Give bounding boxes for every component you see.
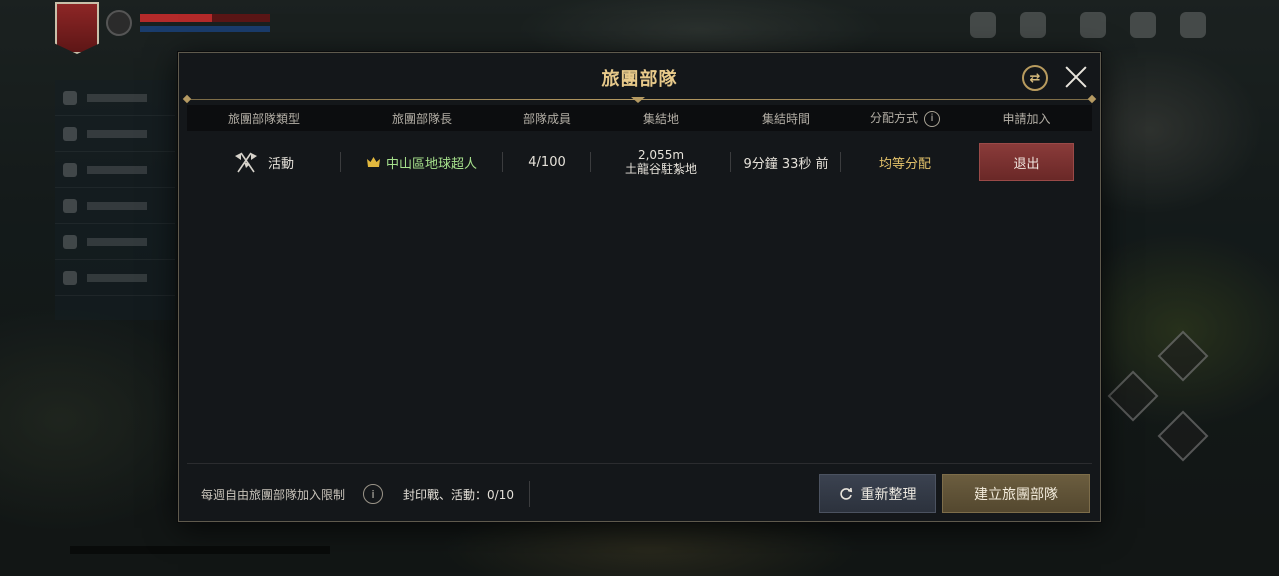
header-apply: 申請加入 xyxy=(1002,111,1051,126)
hud-icon[interactable] xyxy=(1080,12,1106,38)
header-distribution-label: 分配方式 xyxy=(869,111,918,126)
left-side-menu xyxy=(55,80,175,320)
leader-cell: 中山區地球超人 xyxy=(341,152,503,172)
experience-bar xyxy=(70,546,330,554)
info-icon[interactable]: i xyxy=(924,110,940,127)
crown-icon xyxy=(366,157,380,167)
skull-icon xyxy=(106,10,132,36)
raid-party-dialog: 旅團部隊 ⇄ 旅團部隊類型 旅團部隊長 部隊成員 集結地 集結時間 分配方式 i … xyxy=(178,52,1101,522)
hud-icon[interactable] xyxy=(1130,12,1156,38)
type-label: 活動 xyxy=(267,156,294,172)
leave-button[interactable]: 退出 xyxy=(979,143,1074,181)
refresh-button[interactable]: 重新整理 xyxy=(819,474,936,513)
header-type: 旅團部隊類型 xyxy=(227,111,300,126)
weekly-limit-count: 封印戰、活動：0/10 xyxy=(403,488,514,502)
menu-icon[interactable] xyxy=(1180,12,1206,38)
title-ornament xyxy=(631,97,645,103)
header-distribution: 分配方式 i xyxy=(841,109,969,127)
footer-separator xyxy=(529,481,530,507)
footer-divider xyxy=(187,463,1092,464)
type-cell: 活動 xyxy=(187,150,341,174)
table-header: 旅團部隊類型 旅團部隊長 部隊成員 集結地 集結時間 分配方式 i 申請加入 xyxy=(187,105,1092,131)
location-name: 土龍谷駐紮地 xyxy=(624,162,697,176)
header-leader: 旅團部隊長 xyxy=(391,111,452,126)
distribution-method: 均等分配 xyxy=(878,156,931,172)
refresh-label: 重新整理 xyxy=(860,486,917,503)
guild-banner-icon[interactable] xyxy=(55,2,99,54)
header-location: 集結地 xyxy=(642,111,679,126)
info-icon[interactable]: i xyxy=(363,484,383,504)
leader-name: 中山區地球超人 xyxy=(385,156,477,172)
hud-icon[interactable] xyxy=(970,12,996,38)
apply-cell: 退出 xyxy=(969,143,1084,181)
crossed-flags-icon xyxy=(234,152,257,173)
gather-time: 9分鐘 33秒 前 xyxy=(731,152,841,172)
location-distance: 2,055m xyxy=(637,148,685,162)
refresh-icon xyxy=(839,487,852,500)
weekly-limit-label: 每週自由旅團部隊加入限制 xyxy=(201,488,346,502)
hud-icon[interactable] xyxy=(1020,12,1046,38)
create-raid-party-button[interactable]: 建立旅團部隊 xyxy=(942,474,1090,513)
dialog-title: 旅團部隊 xyxy=(601,69,678,90)
header-time: 集結時間 xyxy=(761,111,810,126)
mp-bar xyxy=(140,26,270,32)
swap-arrows-icon[interactable]: ⇄ xyxy=(1022,65,1048,91)
header-members: 部隊成員 xyxy=(522,111,571,126)
table-row[interactable]: 活動 中山區地球超人 4/100 2,055m 土龍谷駐紮地 9分鐘 33秒 前… xyxy=(187,141,1092,183)
hp-bar xyxy=(140,14,270,22)
location-cell: 2,055m 土龍谷駐紮地 xyxy=(591,148,731,176)
members-count: 4/100 xyxy=(503,152,591,172)
close-icon[interactable] xyxy=(1062,63,1090,91)
